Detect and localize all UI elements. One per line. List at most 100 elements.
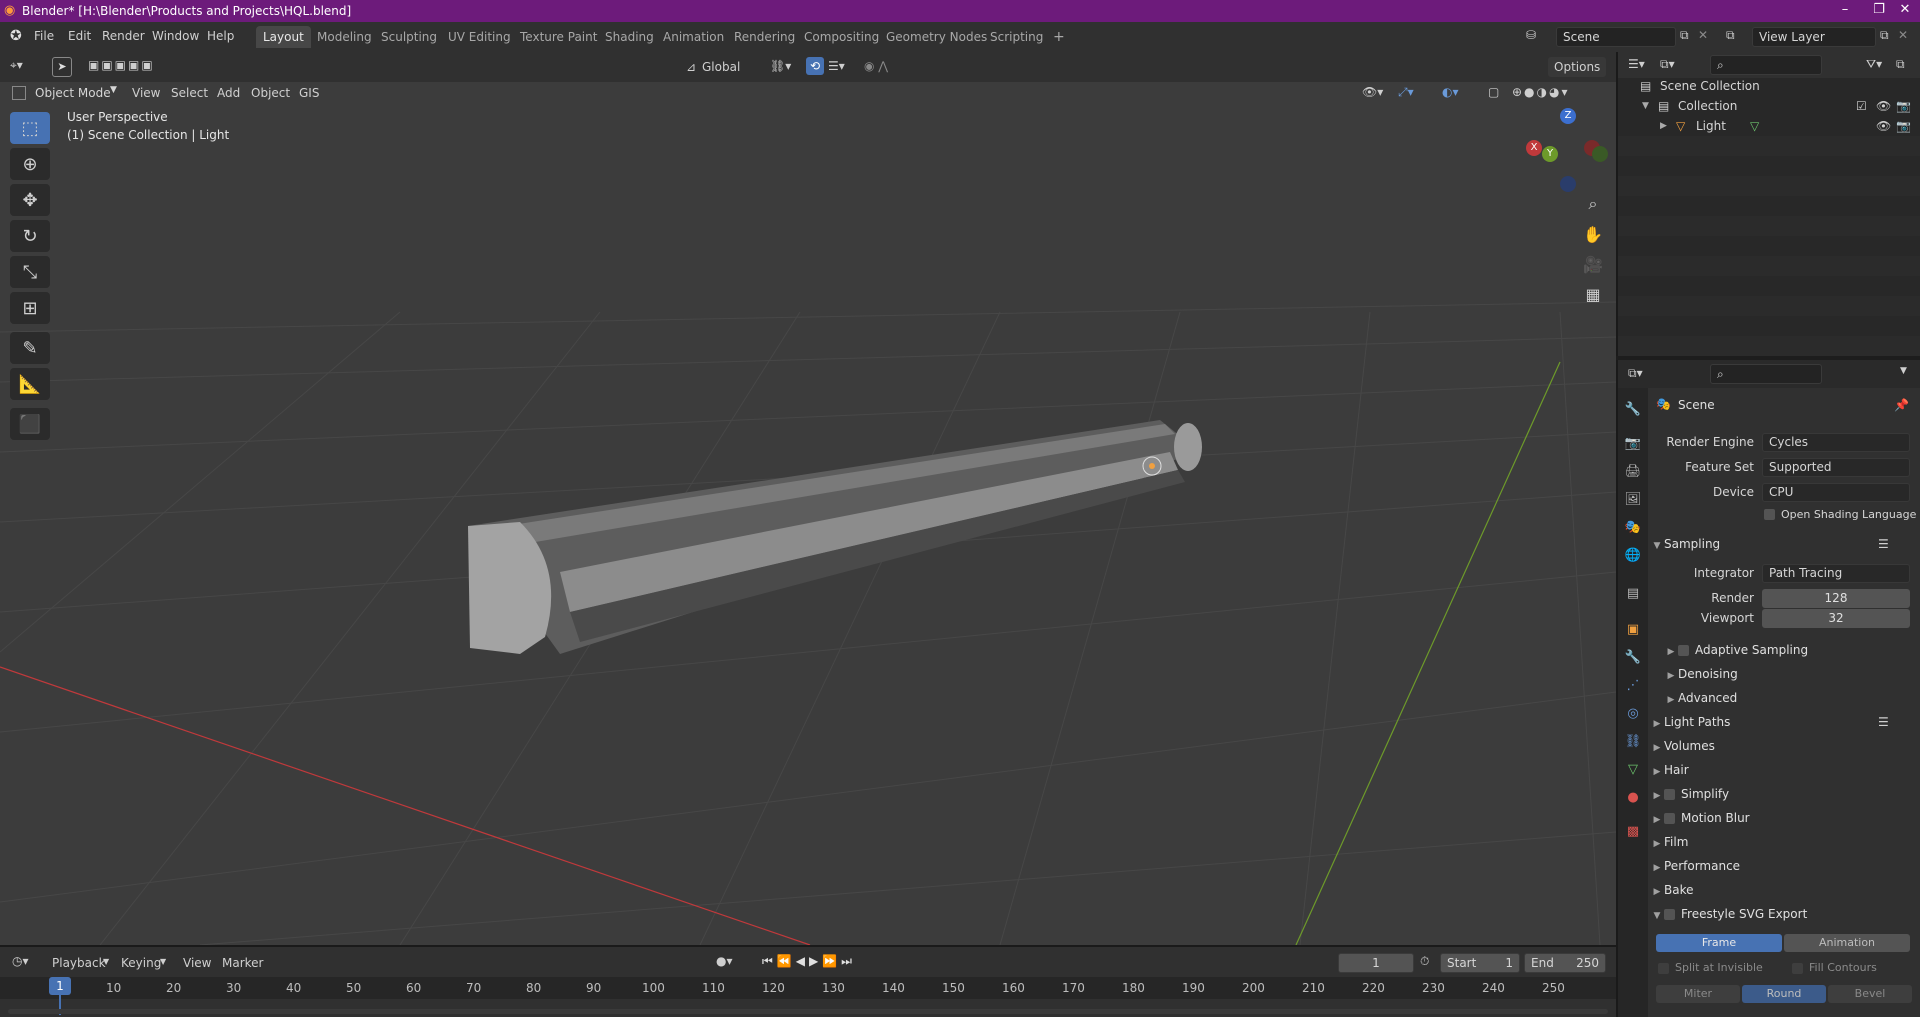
editor-type-icon[interactable]: ⌖▾: [10, 58, 23, 73]
camera-icon[interactable]: 📷: [1896, 116, 1911, 136]
snap-options-icon[interactable]: ☰▾: [828, 59, 845, 73]
panel-film[interactable]: ▶ Film: [1650, 831, 1918, 853]
bevel-button[interactable]: Bevel: [1828, 985, 1912, 1003]
checkbox-icon[interactable]: ☑: [1856, 96, 1867, 116]
render-tab-icon[interactable]: 📷: [1623, 434, 1643, 454]
menu-window[interactable]: Window: [152, 29, 199, 43]
select-mode-icon[interactable]: ➤: [52, 57, 72, 77]
tab-modeling[interactable]: Modeling: [310, 26, 379, 48]
camera-icon[interactable]: 📷: [1896, 96, 1911, 116]
menu-view[interactable]: View: [132, 86, 160, 100]
modifier-tab-icon[interactable]: 🔧: [1623, 648, 1643, 668]
view-layer-tab-icon[interactable]: 🖼: [1623, 490, 1643, 510]
tab-geometry-nodes[interactable]: Geometry Nodes: [879, 26, 994, 48]
subpanel-denoising[interactable]: ▶ Denoising: [1664, 663, 1914, 685]
tab-rendering[interactable]: Rendering: [727, 26, 802, 48]
pan-hand-icon[interactable]: ✋: [1578, 220, 1608, 248]
new-collection-icon[interactable]: ⧉: [1896, 57, 1905, 72]
menu-render[interactable]: Render: [102, 29, 145, 43]
tab-layout[interactable]: Layout: [256, 26, 311, 48]
z-axis-button[interactable]: Z: [1560, 108, 1576, 124]
move-tool[interactable]: ✥: [10, 184, 50, 216]
new-scene-icon[interactable]: ⧉: [1680, 28, 1689, 43]
panel-bake[interactable]: ▶ Bake: [1650, 879, 1918, 901]
timeline-scrollbar[interactable]: [8, 1009, 1608, 1014]
visibility-icon[interactable]: 👁▾: [1362, 85, 1383, 99]
panel-light-paths[interactable]: ▶ Light Paths ☰: [1650, 711, 1918, 733]
menu-edit[interactable]: Edit: [68, 29, 91, 43]
camera-view-icon[interactable]: 🎥: [1578, 250, 1608, 278]
presets-list-icon[interactable]: ☰: [1878, 711, 1889, 733]
close-button[interactable]: ✕: [1890, 2, 1920, 17]
expand-triangle-icon[interactable]: ▶: [1660, 116, 1667, 136]
chevron-down-icon[interactable]: ▼: [1900, 366, 1907, 376]
neg-z-axis-button[interactable]: [1560, 176, 1576, 192]
scene-tab-icon[interactable]: 🎭: [1623, 518, 1643, 538]
constraints-tab-icon[interactable]: ⛓: [1623, 732, 1643, 752]
frame-mode-button[interactable]: Frame: [1656, 934, 1782, 952]
perspective-grid-icon[interactable]: ▦: [1578, 280, 1608, 308]
tab-animation[interactable]: Animation: [656, 26, 731, 48]
options-dropdown[interactable]: Options: [1548, 57, 1607, 77]
y-axis-button[interactable]: Y: [1542, 146, 1558, 162]
tab-sculpting[interactable]: Sculpting: [374, 26, 444, 48]
fill-contours-checkbox[interactable]: Fill Contours: [1792, 961, 1877, 974]
particles-tab-icon[interactable]: ⋰: [1623, 676, 1643, 696]
navigation-gizmo[interactable]: Z X Y: [1524, 108, 1608, 192]
checkbox-icon[interactable]: [1664, 813, 1675, 824]
current-frame-field[interactable]: 1: [1338, 953, 1414, 973]
neg-y-axis-button[interactable]: [1592, 146, 1608, 162]
display-mode-icon[interactable]: ⧉▾: [1660, 57, 1675, 72]
tab-uv-editing[interactable]: UV Editing: [441, 26, 518, 48]
checkbox-icon[interactable]: [1664, 909, 1675, 920]
menu-object[interactable]: Object: [251, 86, 290, 100]
add-workspace-button[interactable]: +: [1046, 26, 1072, 48]
selection-mode-icons[interactable]: ▣▣▣▣▣: [88, 58, 155, 72]
menu-gis[interactable]: GIS: [299, 86, 319, 100]
pivot-icon[interactable]: ⛓▾: [770, 59, 791, 73]
feature-set-dropdown[interactable]: Supported: [1762, 458, 1910, 477]
proportional-edit-icon[interactable]: ◉ ⋀: [864, 59, 888, 73]
remove-scene-icon[interactable]: ✕: [1698, 28, 1708, 42]
outliner-search-input[interactable]: ⌕: [1710, 55, 1822, 75]
expand-triangle-icon[interactable]: ▼: [1642, 96, 1649, 116]
xray-toggle-icon[interactable]: ▢: [1488, 85, 1499, 99]
remove-view-layer-icon[interactable]: ✕: [1898, 28, 1908, 42]
overlay-toggle-icon[interactable]: ◐▾: [1442, 85, 1459, 99]
viewport-samples-field[interactable]: 32: [1762, 609, 1910, 628]
round-button[interactable]: Round: [1742, 985, 1826, 1003]
panel-simplify[interactable]: ▶ Simplify: [1650, 783, 1918, 805]
tab-shading[interactable]: Shading: [598, 26, 661, 48]
properties-search-input[interactable]: ⌕: [1710, 364, 1822, 384]
outliner-row-scene-collection[interactable]: ▤ Scene Collection: [1618, 76, 1920, 96]
render-samples-field[interactable]: 128: [1762, 589, 1910, 608]
menu-select[interactable]: Select: [171, 86, 208, 100]
outliner-row-light[interactable]: ▶ ▽ Light ▽ 👁 📷: [1618, 116, 1920, 136]
annotate-tool[interactable]: ✎: [10, 332, 50, 364]
select-box-tool[interactable]: ⬚: [10, 112, 50, 144]
panel-freestyle-svg[interactable]: ▼ Freestyle SVG Export: [1650, 903, 1918, 925]
scale-tool[interactable]: ⤡: [10, 256, 50, 288]
osl-checkbox[interactable]: Open Shading Language: [1764, 507, 1916, 521]
scene-name-field[interactable]: Scene: [1556, 27, 1676, 47]
texture-tab-icon[interactable]: ▩: [1623, 822, 1643, 842]
blender-menu-icon[interactable]: ✪: [10, 28, 22, 44]
physics-tab-icon[interactable]: ◎: [1623, 704, 1643, 724]
snap-toggle-icon[interactable]: ⟲: [806, 57, 824, 75]
animation-mode-button[interactable]: Animation: [1784, 934, 1910, 952]
timeline-editor-icon[interactable]: ◷▾: [12, 954, 29, 968]
menu-marker[interactable]: Marker: [222, 956, 263, 970]
panel-performance[interactable]: ▶ Performance: [1650, 855, 1918, 877]
eye-icon[interactable]: 👁: [1876, 116, 1891, 136]
view-layer-field[interactable]: View Layer: [1752, 27, 1876, 47]
menu-view[interactable]: View: [183, 956, 211, 970]
integrator-dropdown[interactable]: Path Tracing: [1762, 564, 1910, 583]
outliner-row-collection[interactable]: ▼ ▤ Collection ☑ 👁 📷: [1618, 96, 1920, 116]
record-icon[interactable]: ●▾: [716, 954, 733, 968]
mode-dropdown[interactable]: Object Mode: [35, 86, 111, 100]
measure-tool[interactable]: 📐: [10, 368, 50, 400]
menu-playback[interactable]: Playback: [52, 956, 106, 970]
outliner-editor-icon[interactable]: ☰▾: [1628, 57, 1645, 71]
tab-texture-paint[interactable]: Texture Paint: [513, 26, 604, 48]
world-tab-icon[interactable]: 🌐: [1623, 546, 1643, 566]
